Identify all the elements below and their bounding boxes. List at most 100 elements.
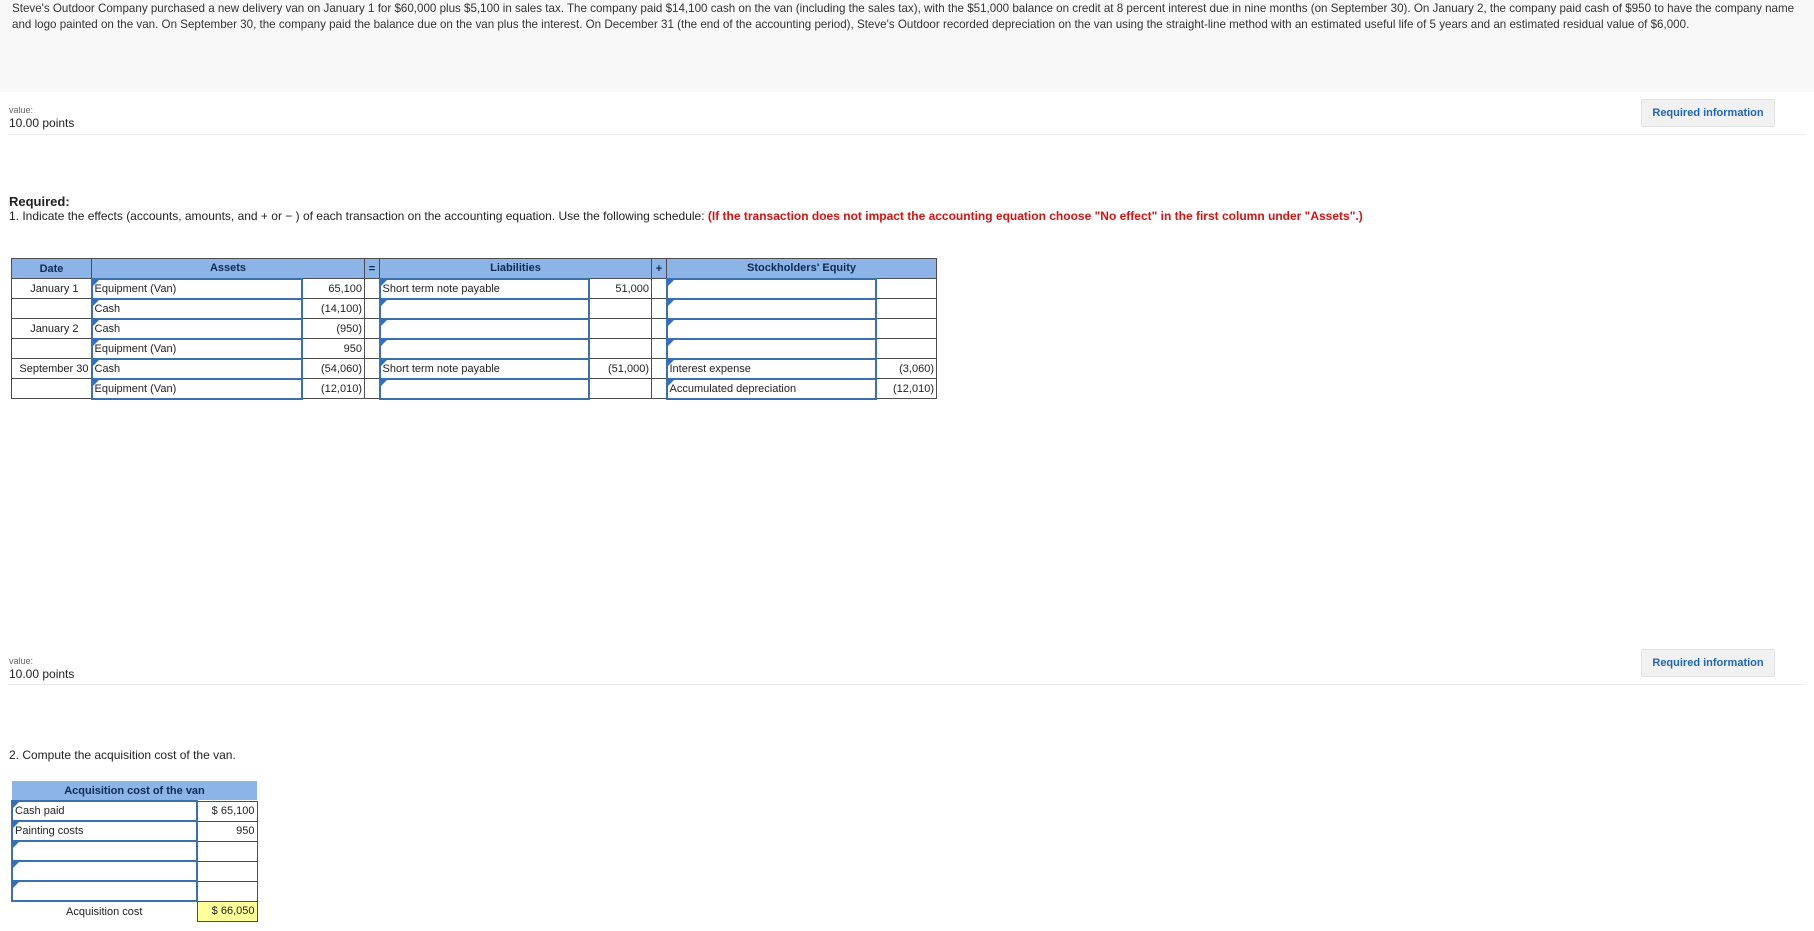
divider: [8, 684, 1806, 685]
asset-account-select[interactable]: Cash: [90, 297, 303, 320]
spacer-cell: [651, 358, 667, 379]
question-2-text: 2. Compute the acquisition cost of the v…: [9, 748, 236, 762]
spacer-cell: [364, 278, 380, 299]
acquisition-cost-table: Acquisition cost of the van Cash paid $ …: [11, 781, 258, 922]
table-row: Cash (14,100): [11, 297, 937, 320]
liability-account-select[interactable]: [378, 297, 590, 320]
value-label: value:: [9, 656, 34, 666]
asset-amount-input[interactable]: (950): [301, 318, 365, 339]
value-points: 10.00 points: [9, 667, 75, 681]
required-information-button[interactable]: Required information: [1641, 649, 1775, 677]
acquisition-total-label: Acquisition cost: [66, 905, 143, 918]
spacer-cell: [651, 298, 667, 319]
asset-amount-input[interactable]: (12,010): [301, 378, 365, 399]
spacer-cell: [364, 338, 380, 359]
required-instructions: Required: 1. Indicate the effects (accou…: [9, 194, 1363, 224]
spacer-cell: [651, 318, 667, 339]
required-heading: Required:: [9, 194, 70, 209]
liability-amount-input[interactable]: [588, 298, 652, 319]
liability-account-select[interactable]: Short term note payable: [378, 277, 590, 300]
table-row: January 2 Cash (950): [11, 317, 937, 340]
required-note: (If the transaction does not impact the …: [707, 209, 1363, 223]
table-row: Equipment (Van) 950: [11, 337, 937, 360]
equity-amount-input[interactable]: [875, 298, 937, 319]
acquisition-amount-input[interactable]: $ 65,100: [196, 800, 258, 822]
total-row: Acquisition cost $ 66,050: [12, 900, 258, 922]
acquisition-header: Acquisition cost of the van: [12, 781, 257, 801]
value-points: 10.00 points: [9, 116, 75, 130]
acquisition-amount-input[interactable]: [196, 880, 258, 902]
equals-sign: =: [364, 258, 380, 279]
equity-account-select[interactable]: Accumulated depreciation: [665, 377, 877, 400]
liability-amount-input[interactable]: [588, 378, 652, 399]
row-date: September 30: [11, 358, 92, 379]
row-date: [11, 378, 92, 399]
liability-amount-input[interactable]: [588, 338, 652, 359]
spacer-cell: [651, 338, 667, 359]
divider: [8, 134, 1806, 135]
asset-amount-input[interactable]: (14,100): [301, 298, 365, 319]
liability-account-select[interactable]: [378, 377, 590, 400]
acquisition-amount-input[interactable]: 950: [196, 820, 258, 842]
liability-account-select[interactable]: [378, 337, 590, 360]
table-row: September 30 Cash (54,060) Short term no…: [11, 357, 937, 380]
asset-amount-input[interactable]: (54,060): [301, 358, 365, 379]
question-2-value: value: 10.00 points: [9, 656, 74, 682]
asset-amount-input[interactable]: 950: [301, 338, 365, 359]
asset-account-select[interactable]: Equipment (Van): [90, 337, 303, 360]
row-date: January 1: [11, 278, 92, 299]
spacer-cell: [364, 358, 380, 379]
liability-amount-input[interactable]: 51,000: [588, 278, 652, 299]
equity-account-select[interactable]: [665, 277, 877, 300]
header-assets: Assets: [91, 258, 365, 279]
liability-amount-input[interactable]: (51,000): [588, 358, 652, 379]
liability-account-select[interactable]: [378, 317, 590, 340]
liability-account-select[interactable]: Short term note payable: [378, 357, 590, 380]
header-date: Date: [11, 258, 92, 279]
required-instruction: 1. Indicate the effects (accounts, amoun…: [9, 209, 708, 223]
equity-amount-input[interactable]: [875, 338, 937, 359]
question-1-value: value: 10.00 points: [9, 105, 74, 131]
asset-account-select[interactable]: Equipment (Van): [90, 377, 303, 400]
equity-amount-input[interactable]: [875, 318, 937, 339]
acquisition-amount-input[interactable]: [196, 860, 258, 882]
acquisition-item-select[interactable]: [11, 880, 198, 902]
row-date: [11, 338, 92, 359]
equity-account-select[interactable]: Interest expense: [665, 357, 877, 380]
liability-amount-input[interactable]: [588, 318, 652, 339]
required-information-button[interactable]: Required information: [1641, 99, 1775, 127]
acquisition-total-value: $ 66,050: [196, 900, 258, 922]
table-row: [11, 840, 258, 862]
equity-account-select[interactable]: [665, 317, 877, 340]
equity-account-select[interactable]: [665, 337, 877, 360]
equity-amount-input[interactable]: (12,010): [875, 378, 937, 399]
spacer-cell: [651, 378, 667, 399]
value-label: value:: [9, 105, 34, 115]
header-equity: Stockholders' Equity: [666, 258, 937, 279]
acquisition-item-select[interactable]: [11, 840, 198, 862]
acquisition-item-select[interactable]: Cash paid: [11, 800, 198, 822]
equity-account-select[interactable]: [665, 297, 877, 320]
asset-account-select[interactable]: Cash: [90, 317, 303, 340]
accounting-equation-schedule: Date Assets = Liabilities + Stockholders…: [11, 258, 937, 400]
spacer-cell: [364, 378, 380, 399]
table-row: Cash paid $ 65,100: [11, 800, 258, 822]
asset-account-select[interactable]: Cash: [90, 357, 303, 380]
acquisition-item-select[interactable]: Painting costs: [11, 820, 198, 842]
equity-amount-input[interactable]: [875, 278, 937, 299]
asset-amount-input[interactable]: 65,100: [301, 278, 365, 299]
row-date: January 2: [11, 318, 92, 339]
equity-amount-input[interactable]: (3,060): [875, 358, 937, 379]
acquisition-amount-input[interactable]: [196, 840, 258, 862]
table-row: [11, 860, 258, 882]
spacer-cell: [364, 318, 380, 339]
acquisition-item-select[interactable]: [11, 860, 198, 882]
table-row: Painting costs 950: [11, 820, 258, 842]
table-row: Equipment (Van) (12,010) Accumulated dep…: [11, 377, 937, 400]
spacer-cell: [364, 298, 380, 319]
plus-sign: +: [651, 258, 667, 279]
table-row: [11, 880, 258, 902]
spacer-cell: [651, 278, 667, 299]
asset-account-select[interactable]: Equipment (Van): [90, 277, 303, 300]
row-date: [11, 298, 92, 319]
